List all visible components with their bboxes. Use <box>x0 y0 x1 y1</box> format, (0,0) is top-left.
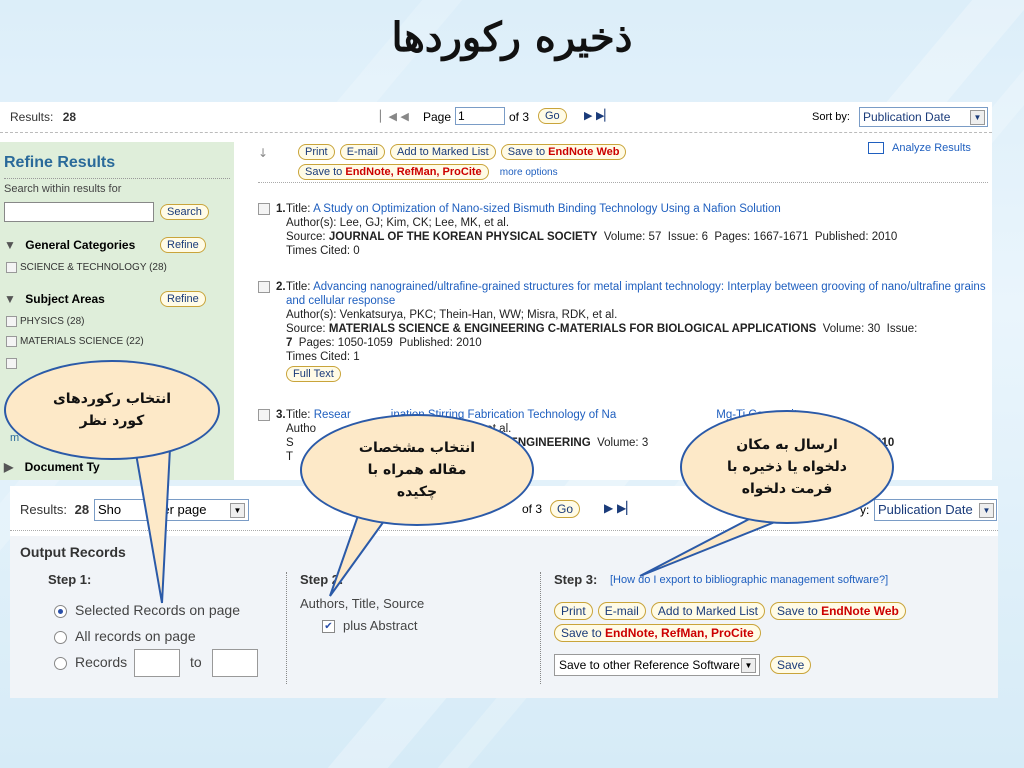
callout-text: انتخاب مشخصات مقاله همراه با چکیده <box>358 440 476 500</box>
callout-pointer-left <box>133 447 172 604</box>
callout-select-fields: انتخاب مشخصات مقاله همراه با چکیده <box>300 414 534 526</box>
callout-text: ارسال به مکان دلخواه یا ذخیره با فرمت دل… <box>727 437 847 497</box>
callout-text: انتخاب رکوردهای کورد نظر <box>52 391 172 429</box>
callout-export: ارسال به مکان دلخواه یا ذخیره با فرمت دل… <box>680 410 894 524</box>
callout-select-records: انتخاب رکوردهای کورد نظر <box>4 360 220 460</box>
callout-pointer-right <box>639 515 791 577</box>
